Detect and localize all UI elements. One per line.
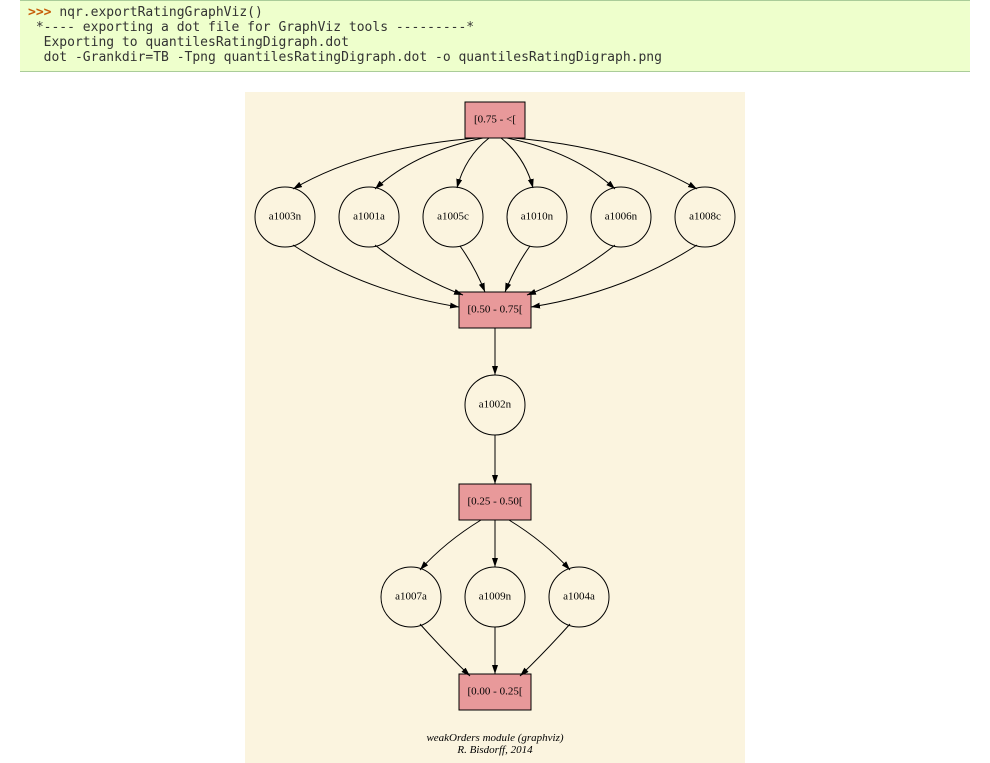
- node-label-a1001a: a1001a: [353, 210, 385, 222]
- command: nqr.exportRatingGraphViz(): [59, 5, 263, 20]
- edge: [520, 624, 570, 676]
- edge: [509, 520, 570, 570]
- code-block: >>> nqr.exportRatingGraphViz() *---- exp…: [20, 0, 970, 72]
- output-line-2: Exporting to quantilesRatingDigraph.dot: [28, 35, 349, 50]
- edge: [420, 624, 470, 676]
- edge: [420, 520, 481, 570]
- node-label-a1009n: a1009n: [479, 590, 512, 602]
- edge: [457, 138, 489, 188]
- graph-svg: [0.75 - <[ a1003n a1001a a1005c a1010n a…: [245, 92, 745, 732]
- caption-line1: weakOrders module (graphviz): [426, 732, 563, 744]
- node-label-a1010n: a1010n: [521, 210, 554, 222]
- output-line-3: dot -Grankdir=TB -Tpng quantilesRatingDi…: [28, 50, 662, 65]
- edge: [527, 245, 615, 295]
- edge: [293, 138, 477, 189]
- quantile-label-050: [0.50 - 0.75[: [468, 303, 523, 315]
- node-label-a1008c: a1008c: [689, 210, 721, 222]
- edge: [505, 246, 530, 292]
- graphviz-diagram: [0.75 - <[ a1003n a1001a a1005c a1010n a…: [245, 92, 745, 763]
- prompt: >>>: [28, 5, 59, 20]
- edge: [460, 246, 485, 292]
- quantile-label-075: [0.75 - <[: [474, 113, 516, 125]
- edge: [375, 245, 463, 295]
- quantile-label-000: [0.00 - 0.25[: [468, 685, 523, 697]
- edge: [293, 245, 459, 307]
- node-label-a1007a: a1007a: [395, 590, 427, 602]
- quantile-label-025: [0.25 - 0.50[: [468, 495, 523, 507]
- node-label-a1005c: a1005c: [437, 210, 469, 222]
- output-line-1: *---- exporting a dot file for GraphViz …: [28, 20, 474, 35]
- edge: [531, 245, 697, 307]
- node-label-a1006n: a1006n: [605, 210, 638, 222]
- caption: weakOrders module (graphviz) R. Bisdorff…: [245, 732, 745, 763]
- edge: [501, 138, 533, 188]
- caption-line2: R. Bisdorff, 2014: [457, 744, 532, 756]
- node-label-a1004a: a1004a: [563, 590, 595, 602]
- edge: [513, 138, 697, 189]
- node-label-a1003n: a1003n: [269, 210, 302, 222]
- node-label-a1002n: a1002n: [479, 398, 512, 410]
